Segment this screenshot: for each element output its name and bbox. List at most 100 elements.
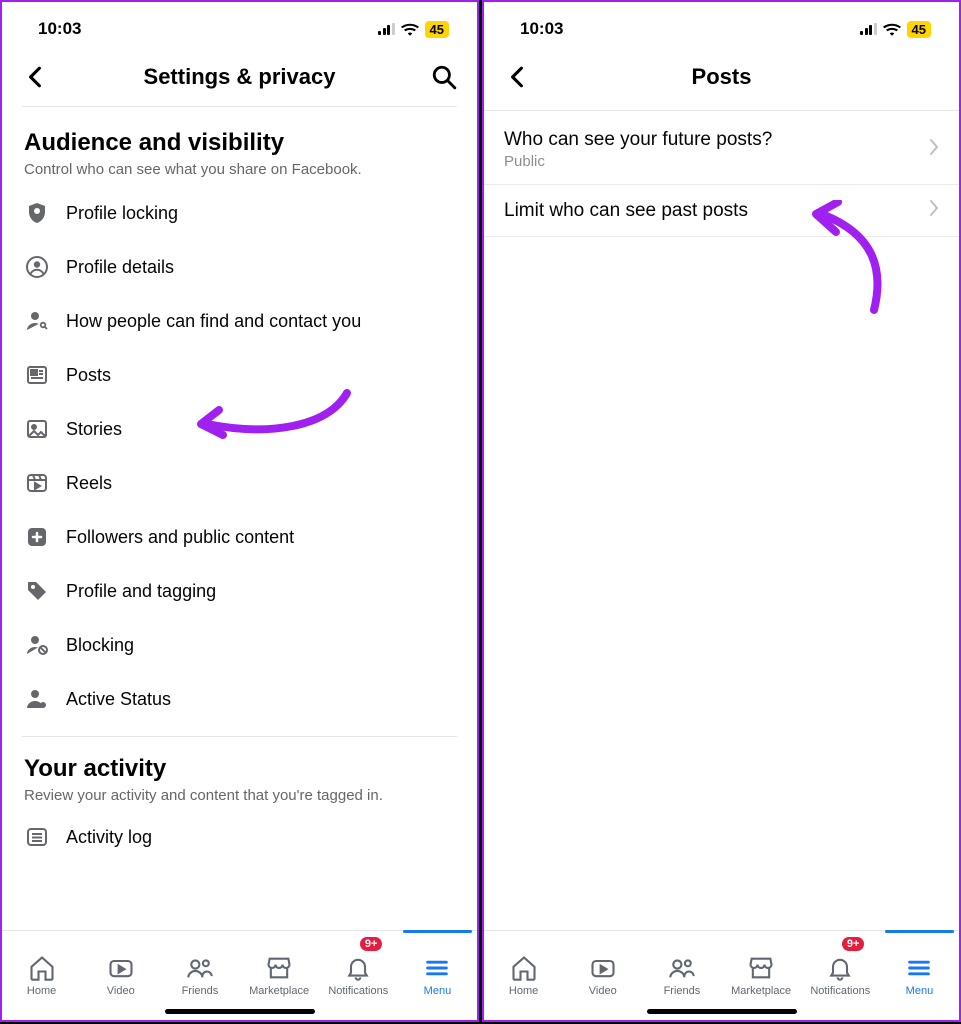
- phone-settings: 10:03 45 Settings & privacy Audience and…: [0, 0, 479, 1022]
- tab-label: Home: [509, 985, 538, 997]
- tab-marketplace[interactable]: Marketplace: [722, 931, 801, 1020]
- header: Posts: [484, 52, 959, 106]
- tab-label: Notifications: [810, 985, 870, 997]
- person-block-icon: [24, 632, 50, 658]
- row-label: Active Status: [66, 689, 171, 710]
- row-blocking[interactable]: Blocking: [2, 618, 477, 672]
- tab-label: Video: [107, 985, 135, 997]
- row-label: Profile details: [66, 257, 174, 278]
- row-label: Profile and tagging: [66, 581, 216, 602]
- person-circle-icon: [24, 254, 50, 280]
- row-stories[interactable]: Stories: [2, 402, 477, 456]
- section-title: Your activity: [24, 755, 455, 783]
- cellular-icon: [378, 23, 395, 35]
- person-search-icon: [24, 308, 50, 334]
- video-icon: [107, 954, 135, 982]
- row-label: Reels: [66, 473, 112, 494]
- phone-posts: 10:03 45 Posts Who can see your future p…: [482, 0, 961, 1022]
- marketplace-icon: [747, 954, 775, 982]
- tab-friends[interactable]: Friends: [642, 931, 721, 1020]
- tab-home[interactable]: Home: [484, 931, 563, 1020]
- row-limit-past-posts[interactable]: Limit who can see past posts: [484, 185, 959, 237]
- menu-icon: [423, 954, 451, 982]
- tab-notifications[interactable]: 9+ Notifications: [319, 931, 398, 1020]
- image-icon: [24, 416, 50, 442]
- tab-friends[interactable]: Friends: [160, 931, 239, 1020]
- header: Settings & privacy: [2, 52, 477, 106]
- bell-icon: [826, 954, 854, 982]
- search-icon: [431, 64, 457, 90]
- row-tagging[interactable]: Profile and tagging: [2, 564, 477, 618]
- person-dot-icon: [24, 686, 50, 712]
- tab-menu[interactable]: Menu: [398, 931, 477, 1020]
- menu-icon: [905, 954, 933, 982]
- tab-home[interactable]: Home: [2, 931, 81, 1020]
- wifi-icon: [883, 22, 901, 36]
- row-profile-details[interactable]: Profile details: [2, 240, 477, 294]
- row-future-posts[interactable]: Who can see your future posts? Public: [484, 115, 959, 185]
- status-time: 10:03: [520, 19, 563, 39]
- battery-badge: 45: [425, 21, 449, 38]
- tab-video[interactable]: Video: [563, 931, 642, 1020]
- tag-icon: [24, 578, 50, 604]
- section-title: Audience and visibility: [24, 129, 455, 157]
- row-active-status[interactable]: Active Status: [2, 672, 477, 726]
- tab-notifications[interactable]: 9+ Notifications: [801, 931, 880, 1020]
- tab-label: Menu: [906, 985, 934, 997]
- notification-badge: 9+: [842, 937, 865, 951]
- tab-menu[interactable]: Menu: [880, 931, 959, 1020]
- shield-icon: [24, 200, 50, 226]
- row-label: Followers and public content: [66, 527, 294, 548]
- divider: [484, 110, 959, 111]
- row-label: Activity log: [66, 827, 152, 848]
- row-followers[interactable]: Followers and public content: [2, 510, 477, 564]
- chevron-right-icon: [929, 199, 939, 222]
- bottom-nav: Home Video Friends Marketplace 9+ Notifi…: [484, 930, 959, 1020]
- plus-square-icon: [24, 524, 50, 550]
- tab-label: Menu: [424, 985, 452, 997]
- row-reels[interactable]: Reels: [2, 456, 477, 510]
- section-subtitle: Review your activity and content that yo…: [24, 787, 455, 804]
- divider: [22, 736, 457, 737]
- back-button[interactable]: [502, 62, 532, 92]
- page-title: Settings & privacy: [50, 64, 429, 90]
- home-icon: [28, 954, 56, 982]
- tab-marketplace[interactable]: Marketplace: [240, 931, 319, 1020]
- tab-label: Home: [27, 985, 56, 997]
- row-title: Who can see your future posts?: [504, 129, 772, 151]
- row-label: Profile locking: [66, 203, 178, 224]
- section-activity: Your activity Review your activity and c…: [2, 747, 477, 804]
- row-label: Stories: [66, 419, 122, 440]
- back-button[interactable]: [20, 62, 50, 92]
- chevron-right-icon: [929, 138, 939, 161]
- video-icon: [589, 954, 617, 982]
- tab-label: Notifications: [328, 985, 388, 997]
- row-find-contact[interactable]: How people can find and contact you: [2, 294, 477, 348]
- notification-badge: 9+: [360, 937, 383, 951]
- home-icon: [510, 954, 538, 982]
- bottom-nav: Home Video Friends Marketplace 9+ Notifi…: [2, 930, 477, 1020]
- friends-icon: [668, 954, 696, 982]
- bell-icon: [344, 954, 372, 982]
- reels-icon: [24, 470, 50, 496]
- status-bar: 10:03 45: [2, 2, 477, 52]
- search-button[interactable]: [429, 62, 459, 92]
- home-indicator: [165, 1009, 315, 1014]
- status-bar: 10:03 45: [484, 2, 959, 52]
- row-label: Blocking: [66, 635, 134, 656]
- battery-badge: 45: [907, 21, 931, 38]
- row-posts[interactable]: Posts: [2, 348, 477, 402]
- section-subtitle: Control who can see what you share on Fa…: [24, 161, 455, 178]
- row-subtitle: Public: [504, 153, 772, 170]
- newspaper-icon: [24, 362, 50, 388]
- tab-video[interactable]: Video: [81, 931, 160, 1020]
- status-right: 45: [860, 21, 931, 38]
- cellular-icon: [860, 23, 877, 35]
- row-profile-locking[interactable]: Profile locking: [2, 186, 477, 240]
- row-label: How people can find and contact you: [66, 311, 361, 332]
- status-right: 45: [378, 21, 449, 38]
- row-activity-log[interactable]: Activity log: [2, 810, 477, 864]
- section-audience: Audience and visibility Control who can …: [2, 107, 477, 178]
- tab-label: Marketplace: [731, 985, 791, 997]
- tab-label: Video: [589, 985, 617, 997]
